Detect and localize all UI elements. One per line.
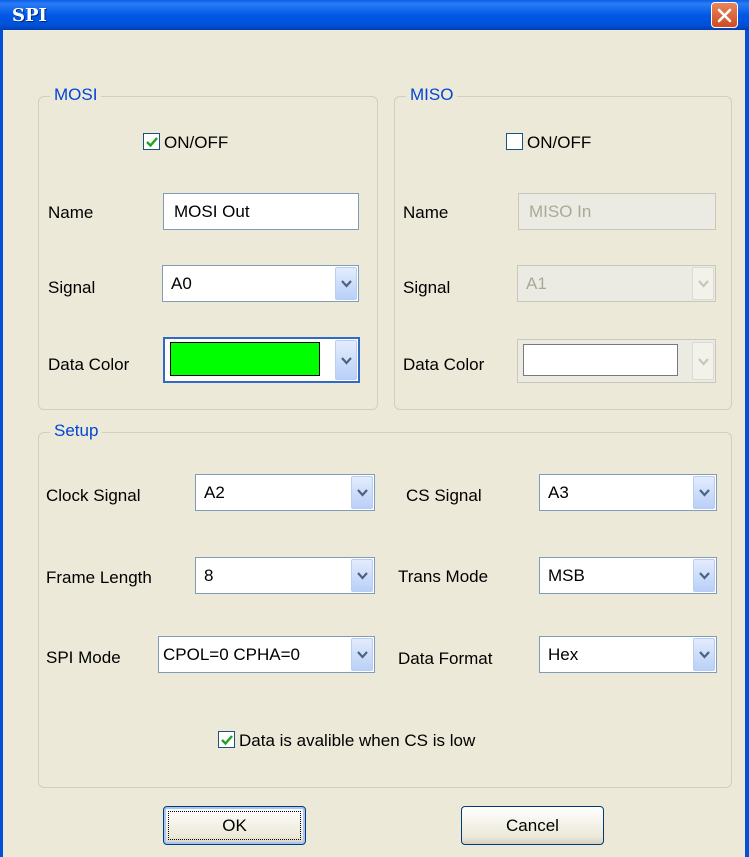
- clock-signal-value: A2: [204, 483, 225, 502]
- focus-rectangle: [168, 811, 301, 840]
- miso-color-dropdown-button[interactable]: [692, 342, 714, 380]
- frame-length-dropdown-button[interactable]: [351, 559, 373, 592]
- miso-on-off-checkbox[interactable]: [506, 133, 523, 150]
- frame-length-label: Frame Length: [46, 568, 152, 587]
- mosi-color-swatch: [170, 342, 320, 376]
- cancel-button[interactable]: Cancel: [461, 806, 604, 845]
- spi-mode-select[interactable]: CPOL=0 CPHA=0: [158, 636, 375, 673]
- clock-signal-select[interactable]: A2: [195, 474, 375, 511]
- miso-signal-value: A1: [526, 274, 547, 293]
- checkmark-icon: [146, 137, 158, 148]
- data-format-select[interactable]: Hex: [539, 636, 717, 673]
- close-icon: [717, 8, 732, 23]
- trans-mode-value: MSB: [548, 566, 585, 585]
- cs-low-label: Data is avalible when CS is low: [239, 731, 476, 750]
- window-frame-right: [745, 30, 749, 857]
- trans-mode-label: Trans Mode: [398, 567, 489, 586]
- clock-signal-label: Clock Signal: [46, 486, 141, 505]
- mosi-on-off-label: ON/OFF: [164, 133, 229, 152]
- miso-data-color-select[interactable]: [517, 339, 716, 383]
- spi-mode-value: CPOL=0 CPHA=0: [163, 645, 301, 664]
- spi-mode-label: SPI Mode: [46, 648, 121, 667]
- trans-mode-dropdown-button[interactable]: [693, 559, 715, 592]
- frame-length-value: 8: [204, 566, 214, 585]
- frame-length-select[interactable]: 8: [195, 557, 375, 594]
- miso-on-off-label: ON/OFF: [527, 133, 592, 152]
- chevron-down-icon: [699, 489, 710, 497]
- chevron-down-icon: [698, 358, 709, 366]
- cs-signal-dropdown-button[interactable]: [693, 476, 715, 509]
- miso-data-color-label: Data Color: [403, 355, 485, 374]
- miso-signal-label: Signal: [403, 278, 451, 297]
- window-title: SPI: [12, 5, 47, 26]
- trans-mode-select[interactable]: MSB: [539, 557, 717, 594]
- cs-low-checkbox[interactable]: [218, 731, 235, 748]
- miso-signal-dropdown-button[interactable]: [692, 267, 714, 300]
- mosi-signal-value: A0: [171, 274, 192, 293]
- setup-legend: Setup: [50, 421, 103, 441]
- checkmark-icon: [221, 735, 233, 746]
- mosi-signal-dropdown-button[interactable]: [335, 267, 357, 300]
- miso-name-label: Name: [403, 203, 449, 222]
- chevron-down-icon: [699, 572, 710, 580]
- chevron-down-icon: [357, 489, 368, 497]
- mosi-on-off-checkbox[interactable]: [143, 133, 160, 150]
- mosi-color-dropdown-button[interactable]: [335, 340, 357, 380]
- miso-color-swatch: [523, 344, 678, 376]
- mosi-data-color-select[interactable]: [163, 337, 360, 383]
- mosi-signal-select[interactable]: A0: [162, 265, 359, 302]
- window-frame-left: [0, 30, 3, 857]
- spi-mode-dropdown-button[interactable]: [351, 638, 373, 671]
- chevron-down-icon: [698, 280, 709, 288]
- close-button[interactable]: [711, 2, 738, 28]
- data-format-label: Data Format: [398, 649, 493, 668]
- chevron-down-icon: [357, 572, 368, 580]
- cancel-button-label: Cancel: [506, 816, 559, 835]
- data-format-dropdown-button[interactable]: [693, 638, 715, 671]
- chevron-down-icon: [341, 357, 352, 365]
- mosi-data-color-label: Data Color: [48, 355, 130, 374]
- miso-legend: MISO: [406, 85, 458, 105]
- mosi-name-label: Name: [48, 203, 94, 222]
- ok-button[interactable]: OK: [163, 806, 306, 845]
- chevron-down-icon: [357, 651, 368, 659]
- clock-signal-dropdown-button[interactable]: [351, 476, 373, 509]
- miso-name-input[interactable]: MISO In: [518, 193, 716, 230]
- cs-signal-label: CS Signal: [406, 486, 482, 505]
- mosi-name-input[interactable]: MOSI Out: [163, 193, 359, 230]
- chevron-down-icon: [699, 651, 710, 659]
- cs-signal-value: A3: [548, 483, 569, 502]
- cs-signal-select[interactable]: A3: [539, 474, 717, 511]
- title-bar[interactable]: SPI: [0, 0, 749, 30]
- chevron-down-icon: [341, 280, 352, 288]
- mosi-legend: MOSI: [50, 85, 102, 105]
- mosi-signal-label: Signal: [48, 278, 96, 297]
- miso-signal-select[interactable]: A1: [517, 265, 716, 302]
- data-format-value: Hex: [548, 645, 579, 664]
